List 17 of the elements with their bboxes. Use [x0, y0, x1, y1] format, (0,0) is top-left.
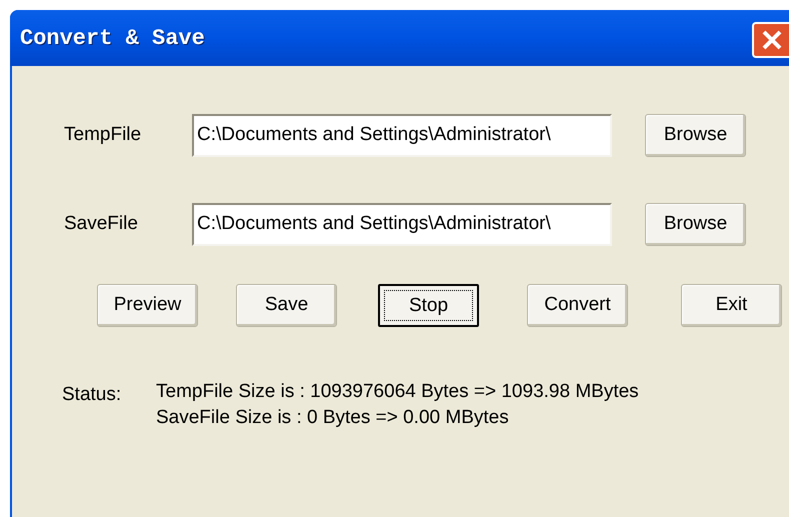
window-title: Convert & Save: [20, 24, 205, 52]
action-button[interactable]: Exit: [681, 284, 782, 327]
browse-button[interactable]: Browse: [645, 114, 746, 157]
action-button[interactable]: Convert: [527, 284, 628, 327]
action-button[interactable]: Save: [236, 284, 337, 327]
field-label: SaveFile: [64, 212, 139, 236]
close-button[interactable]: [752, 22, 789, 58]
path-field[interactable]: C:\Documents and Settings\Administrator\: [192, 203, 612, 246]
close-icon: [760, 29, 782, 51]
field-label: TempFile: [64, 123, 142, 148]
path-field[interactable]: C:\Documents and Settings\Administrator\: [192, 114, 612, 157]
browse-button[interactable]: Browse: [645, 203, 746, 246]
status-text: SaveFile Size is : 0 Bytes => 0.00 MBytes: [156, 406, 510, 430]
action-button[interactable]: Preview: [97, 284, 198, 327]
action-button[interactable]: Stop: [378, 284, 479, 327]
status-label: Status:: [62, 383, 122, 407]
status-text: TempFile Size is : 1093976064 Bytes => 1093.98 MBytes: [156, 380, 639, 404]
